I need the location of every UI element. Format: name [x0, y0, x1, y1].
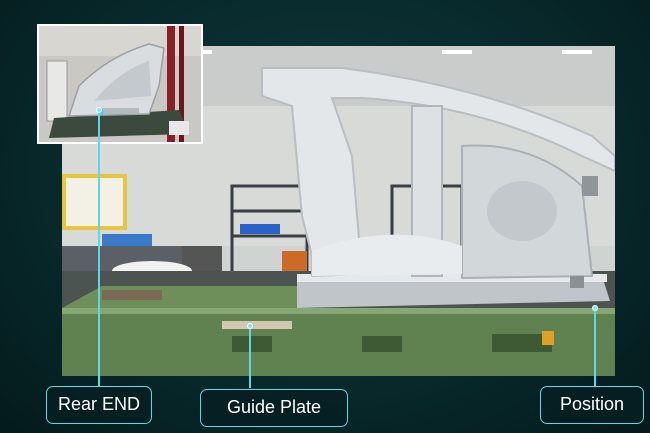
slide: Rear END Guide Plate Position — [0, 0, 650, 433]
position-callout-line — [594, 308, 596, 388]
position-callout-dot — [592, 305, 598, 311]
guide-plate-callout-line — [249, 326, 251, 388]
rear-end-label: Rear END — [46, 386, 152, 424]
rear-end-callout-line — [98, 110, 100, 386]
guide-plate-callout-dot — [247, 323, 253, 329]
rear-end-illustration — [39, 26, 201, 142]
position-label: Position — [540, 386, 644, 424]
inset-photo-rear-end — [37, 24, 203, 144]
rear-end-callout-dot — [96, 107, 102, 113]
guide-plate-label: Guide Plate — [200, 389, 348, 427]
